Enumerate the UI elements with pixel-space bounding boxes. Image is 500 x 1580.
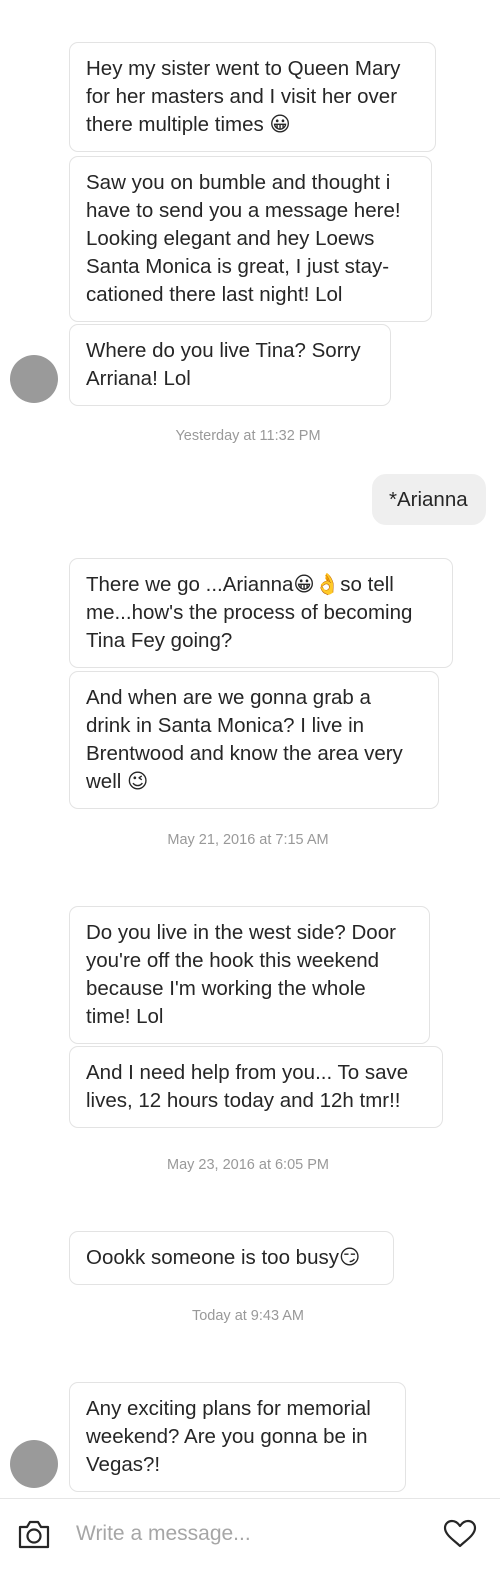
timestamp: Today at 9:43 AM [191,1308,305,1324]
incoming-message[interactable]: Oookk someone is too busy😏 [69,1231,394,1285]
incoming-message[interactable]: Saw you on bumble and thought i have to … [69,156,432,322]
timestamp: May 21, 2016 at 7:15 AM [167,832,329,848]
camera-icon[interactable] [17,1519,51,1549]
message-input[interactable] [76,1517,416,1551]
timestamp: May 23, 2016 at 6:05 PM [166,1157,329,1173]
timestamp: Yesterday at 11:32 PM [175,428,321,444]
incoming-message[interactable]: There we go ...Arianna😀👌so tell me...how… [69,558,453,668]
message-composer [0,1498,500,1580]
incoming-message[interactable]: And when are we gonna grab a drink in Sa… [69,671,439,809]
incoming-message[interactable]: Where do you live Tina? Sorry Arriana! L… [69,324,391,406]
incoming-message[interactable]: Any exciting plans for memorial weekend?… [69,1382,406,1492]
incoming-message[interactable]: And I need help from you... To save live… [69,1046,443,1128]
sender-avatar[interactable] [10,1440,58,1488]
message-thread[interactable]: Hey my sister went to Queen Mary for her… [0,0,500,1498]
sender-avatar[interactable] [10,355,58,403]
heart-icon[interactable] [443,1519,477,1549]
outgoing-message[interactable]: *Arianna [372,474,486,525]
incoming-message[interactable]: Hey my sister went to Queen Mary for her… [69,42,436,152]
incoming-message[interactable]: Do you live in the west side? Door you'r… [69,906,430,1044]
